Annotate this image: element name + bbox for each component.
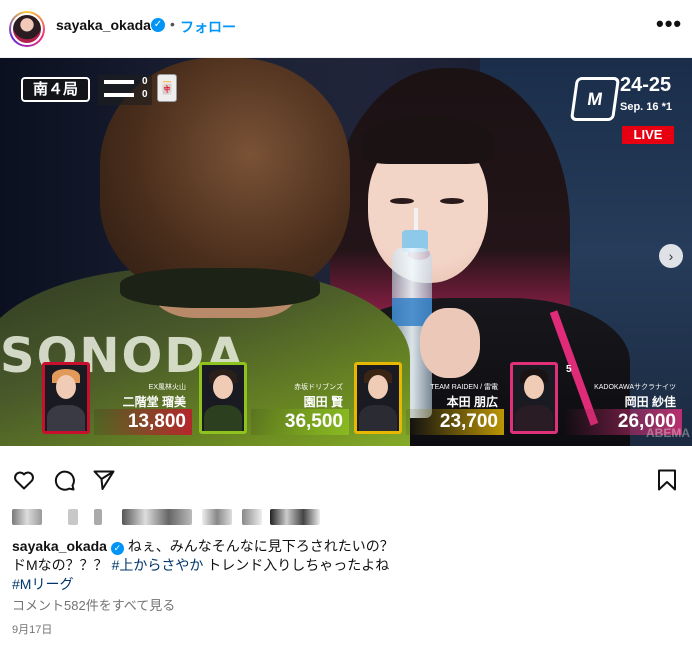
game-number: 1 bbox=[665, 101, 672, 113]
wind-count: 5 bbox=[566, 364, 572, 375]
woman-bangs bbox=[362, 116, 494, 164]
player-team: 赤坂ドリブンズ bbox=[294, 384, 343, 391]
player-team: TEAM RAIDEN / 雷電 bbox=[430, 384, 498, 391]
abema-watermark: ABEMA bbox=[646, 426, 690, 440]
blur-block bbox=[68, 509, 78, 525]
eye-left bbox=[390, 198, 414, 204]
round-indicator: 南４局 bbox=[21, 77, 90, 102]
player-card: EX風林火山二階堂 瑠美 13,800 bbox=[42, 362, 192, 438]
mleague-logo: M bbox=[569, 77, 621, 121]
player-portrait bbox=[199, 362, 247, 434]
season-label: 24-25 bbox=[620, 74, 672, 96]
caption-text-2: ドMなの？？？ bbox=[12, 557, 112, 573]
date-text: Sep. 16 bbox=[620, 101, 659, 113]
man-collar bbox=[120, 268, 320, 308]
player-team: KADOKAWAサクラナイツ bbox=[594, 384, 676, 391]
heart-icon[interactable] bbox=[12, 468, 36, 492]
scoreboard: EX風林火山 二階堂 瑠美 13,800 赤坂ドリブンズ 園田 賢 36,500 TEAM … bbox=[0, 362, 692, 446]
player-name: 二階堂 瑠美 bbox=[122, 395, 186, 409]
separator-dot: • bbox=[170, 16, 175, 32]
player-portrait bbox=[354, 362, 402, 434]
player-portrait bbox=[510, 362, 558, 434]
player-name: 岡田 紗佳 bbox=[624, 395, 676, 409]
post-caption: sayaka_okada ✓ ねぇ、みんなそんなに見下ろされたいの？ ドMなの？… bbox=[12, 537, 684, 594]
blur-block bbox=[270, 509, 320, 525]
follow-button[interactable]: フォロー bbox=[180, 17, 236, 37]
portrait-face bbox=[56, 375, 76, 399]
post-date: 9月17日 bbox=[12, 624, 53, 636]
honba-stick bbox=[104, 93, 134, 97]
send-icon[interactable] bbox=[92, 468, 116, 492]
portrait-body bbox=[47, 405, 85, 431]
avatar[interactable] bbox=[9, 11, 45, 47]
portrait-body bbox=[204, 405, 242, 431]
portrait-body bbox=[515, 405, 553, 431]
bookmark-icon[interactable] bbox=[656, 468, 678, 492]
verified-badge-icon: ✓ bbox=[110, 542, 124, 555]
player-score: 36,500 bbox=[251, 409, 349, 435]
caption-username[interactable]: sayaka_okada bbox=[12, 538, 107, 554]
player-card: 赤坂ドリブンズ園田 賢 36,500 bbox=[199, 362, 349, 438]
honba-count: 0 bbox=[142, 89, 148, 100]
player-portrait bbox=[42, 362, 90, 434]
chevron-right-icon[interactable]: › bbox=[659, 244, 683, 268]
player-score: 23,700 bbox=[406, 409, 504, 435]
live-badge: LIVE bbox=[622, 126, 674, 144]
player-team: EX風林火山 bbox=[148, 384, 186, 391]
hashtag-link[interactable]: #Mリーグ bbox=[12, 576, 73, 592]
blur-block bbox=[94, 509, 102, 525]
portrait-face bbox=[524, 375, 544, 399]
more-options-icon[interactable]: ••• bbox=[656, 13, 682, 35]
blur-block bbox=[202, 509, 232, 525]
action-bar bbox=[0, 462, 692, 498]
portrait-body bbox=[359, 405, 397, 431]
blur-block bbox=[122, 509, 192, 525]
portrait-face bbox=[368, 375, 388, 399]
view-comments-link[interactable]: コメント582件をすべて見る bbox=[12, 595, 175, 614]
hashtag-link[interactable]: #上からさやか bbox=[112, 557, 204, 573]
caption-text-3: トレンド入りしちゃったよね bbox=[203, 557, 390, 573]
post-header: sayaka_okada ✓ • フォロー ••• bbox=[0, 0, 692, 58]
comment-icon[interactable] bbox=[52, 468, 76, 492]
portrait-face bbox=[213, 375, 233, 399]
player-score: 13,800 bbox=[94, 409, 192, 435]
riichi-count: 0 bbox=[142, 76, 148, 87]
player-card: TEAM RAIDEN / 雷電本田 朋広 23,700 bbox=[354, 362, 504, 438]
dora-tile-icon: 🀄 bbox=[157, 74, 177, 102]
verified-badge-icon: ✓ bbox=[151, 18, 165, 32]
caption-text-1: ねぇ、みんなそんなに見下ろされたいの？ bbox=[123, 538, 394, 554]
username-link[interactable]: sayaka_okada bbox=[56, 17, 151, 33]
blur-block bbox=[12, 509, 42, 525]
match-date: Sep. 16 *1 bbox=[620, 101, 672, 113]
eye-right bbox=[440, 198, 464, 204]
liked-by-blurred bbox=[12, 509, 322, 527]
blur-block bbox=[242, 509, 262, 525]
player-name: 園田 賢 bbox=[303, 395, 343, 409]
avatar-image bbox=[11, 13, 43, 45]
player-name: 本田 朋広 bbox=[446, 395, 498, 409]
riichi-stick bbox=[104, 80, 134, 84]
